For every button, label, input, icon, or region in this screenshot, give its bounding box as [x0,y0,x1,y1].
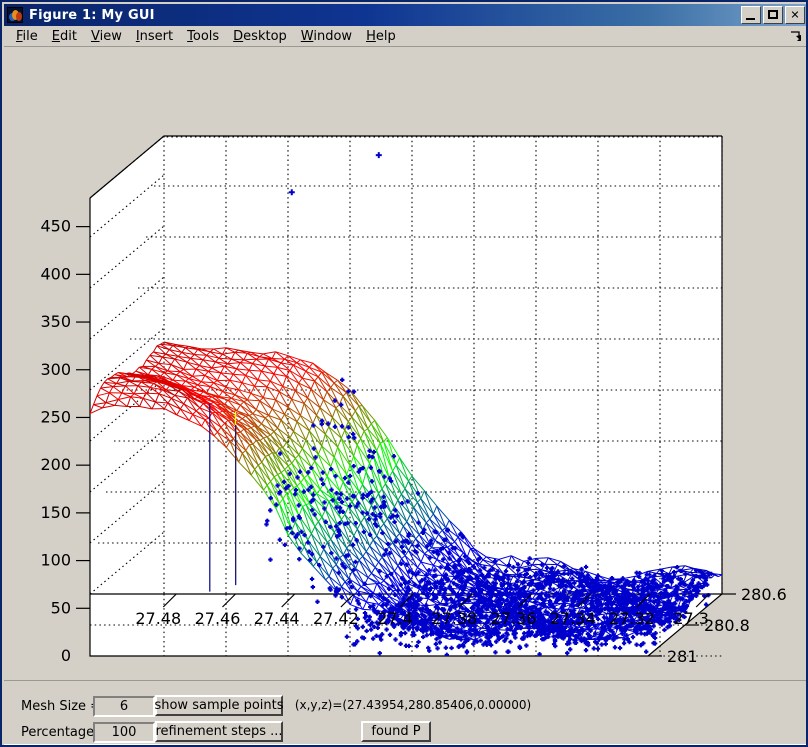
menu-expand-arrow-icon[interactable] [790,30,802,42]
svg-text:27.38: 27.38 [431,609,477,628]
coordinate-readout: (x,y,z)=(27.43954,280.85406,0.00000) [288,696,538,716]
svg-text:27.34: 27.34 [550,609,596,628]
svg-text:280.8: 280.8 [704,616,750,635]
found-p-button[interactable]: found P [361,721,431,742]
svg-text:27.32: 27.32 [609,609,655,628]
menu-bar: File Edit View Insert Tools Desktop Wind… [4,26,806,47]
svg-text:50: 50 [51,598,71,617]
menu-item-file[interactable]: File [9,28,45,45]
svg-text:281: 281 [667,647,698,666]
svg-text:350: 350 [40,312,71,331]
window-controls: ✕ [741,6,806,24]
svg-text:27.44: 27.44 [254,609,300,628]
svg-text:200: 200 [40,455,71,474]
title-bar: Figure 1: My GUI ✕ [4,4,806,26]
percentage-input[interactable]: 100 [93,722,155,743]
close-button[interactable]: ✕ [785,6,805,24]
maximize-button[interactable] [763,6,783,24]
menu-item-edit[interactable]: Edit [45,28,84,45]
refinement-steps-button[interactable]: refinement steps ... [155,721,283,742]
menu-item-window[interactable]: Window [294,28,359,45]
control-panel: Mesh Size = 6 Percentage 100 show sample… [4,680,806,745]
mesh-size-input[interactable]: 6 [93,696,155,717]
panel-bottom-edge [4,744,806,745]
figure-canvas[interactable]: 50 100 150 200 250 300 350 400 450 0 27.48 27.46 27… [4,48,808,680]
menu-item-help[interactable]: Help [359,28,403,45]
show-sample-points-button[interactable]: show sample points [154,695,284,716]
svg-text:27.48: 27.48 [135,609,181,628]
z-axis-ticks: 50 100 150 200 250 300 350 400 450 0 [40,217,90,665]
minimize-button[interactable] [741,6,761,24]
svg-text:250: 250 [40,407,71,426]
svg-text:300: 300 [40,360,71,379]
figure-window: Figure 1: My GUI ✕ File Edit View Insert… [0,0,808,747]
svg-text:450: 450 [40,217,71,236]
surface-plot[interactable]: 50 100 150 200 250 300 350 400 450 0 27.48 27.46 27… [4,48,808,680]
svg-text:27.36: 27.36 [491,609,537,628]
svg-text:27.46: 27.46 [195,609,241,628]
svg-text:0: 0 [61,646,71,665]
menu-item-insert[interactable]: Insert [129,28,180,45]
mesh-size-label: Mesh Size = [21,699,102,714]
svg-text:27.42: 27.42 [313,609,359,628]
close-icon: ✕ [790,8,800,22]
menu-item-tools[interactable]: Tools [180,28,226,45]
menu-item-view[interactable]: View [84,28,129,45]
svg-text:400: 400 [40,264,71,283]
matlab-membrane-icon [7,7,23,23]
svg-text:280.6: 280.6 [741,585,787,604]
svg-text:150: 150 [40,503,71,522]
menu-item-desktop[interactable]: Desktop [226,28,294,45]
percentage-label: Percentage [21,725,95,740]
svg-text:100: 100 [40,551,71,570]
window-title: Figure 1: My GUI [29,7,155,23]
svg-text:27.4: 27.4 [377,609,413,628]
